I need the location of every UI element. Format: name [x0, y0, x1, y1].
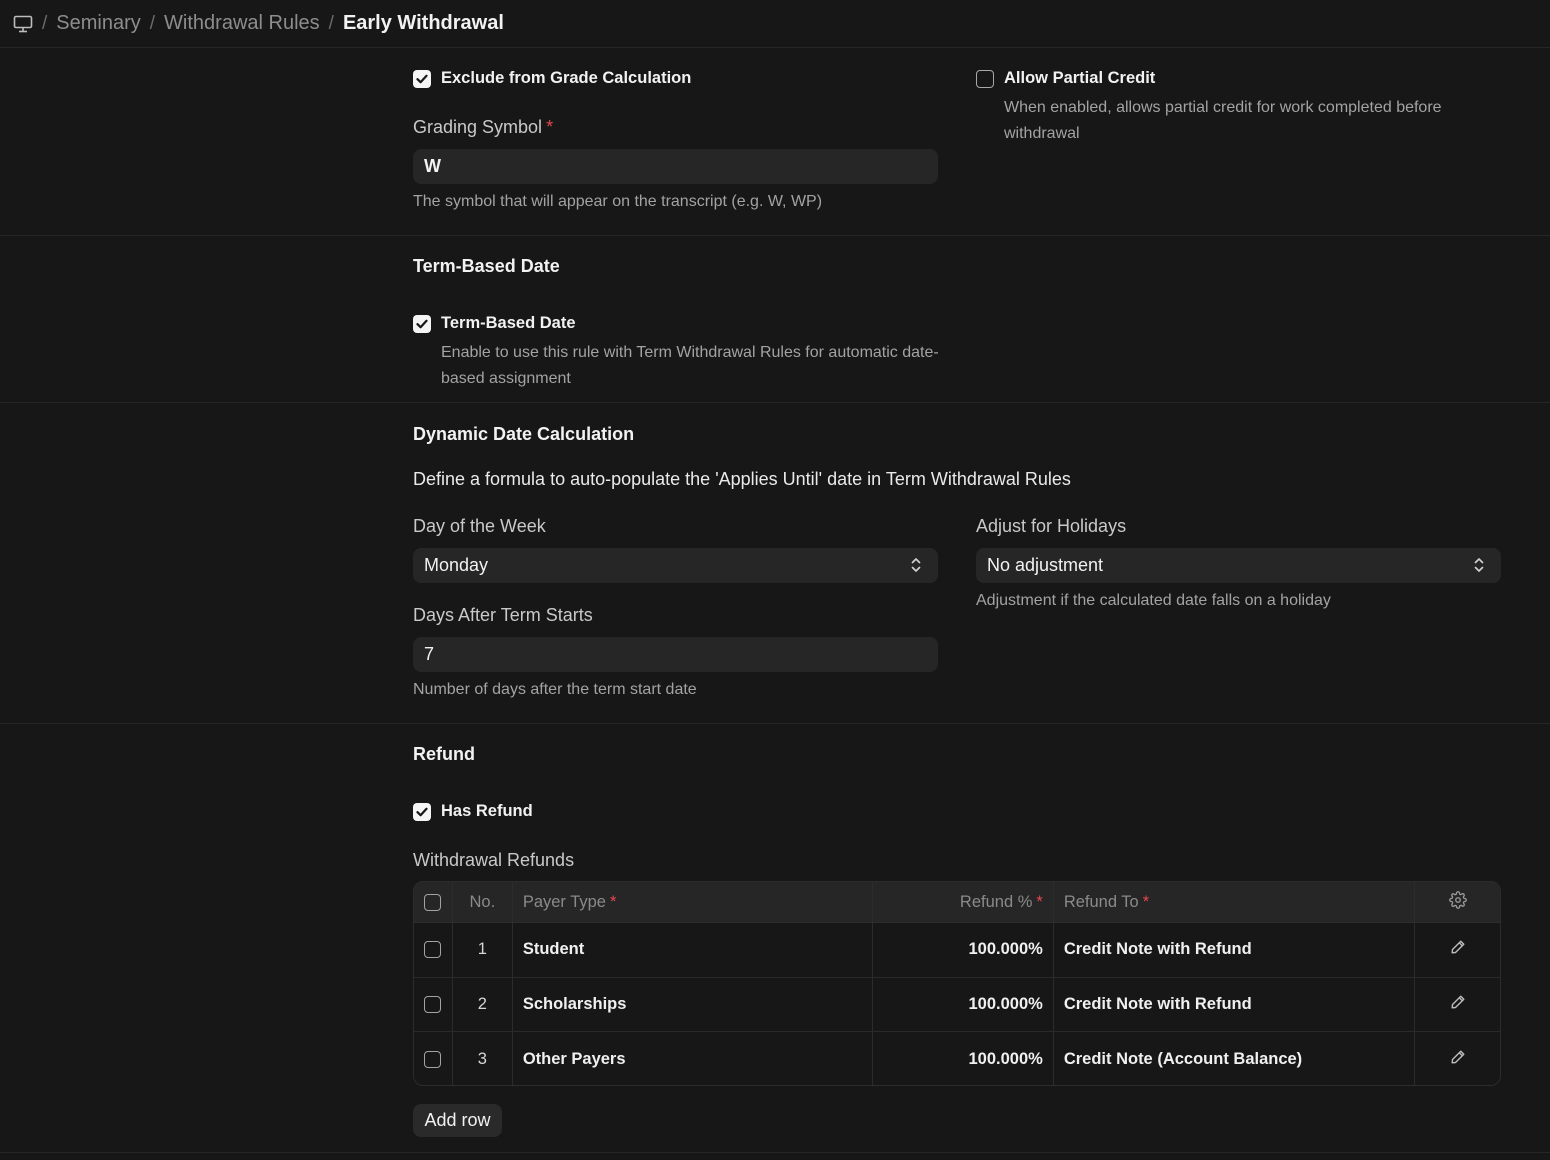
- has-refund-checkbox[interactable]: [413, 802, 431, 821]
- payer-type-cell[interactable]: Other Payers: [513, 1032, 874, 1085]
- refund-percent-cell[interactable]: 100.000%: [873, 1032, 1054, 1085]
- column-settings-button[interactable]: [1415, 882, 1500, 922]
- section-divider: [0, 235, 1550, 236]
- adjust-holidays-value: No adjustment: [987, 555, 1104, 575]
- section-divider: [0, 402, 1550, 403]
- header-no: No.: [453, 882, 513, 922]
- allow-partial-credit-label: Allow Partial Credit: [1004, 69, 1156, 87]
- payer-type-cell[interactable]: Student: [513, 923, 874, 977]
- gear-icon[interactable]: [1448, 890, 1467, 914]
- dynamic-date-section-title: Dynamic Date Calculation: [413, 424, 635, 444]
- breadcrumb-separator: /: [328, 12, 334, 34]
- header-refund-to[interactable]: Refund To *: [1054, 882, 1416, 922]
- refund-percent-cell[interactable]: 100.000%: [873, 977, 1054, 1031]
- dynamic-date-intro: Define a formula to auto-populate the 'A…: [413, 469, 1071, 489]
- row-checkbox[interactable]: [424, 995, 442, 1013]
- required-marker: *: [609, 892, 617, 911]
- refund-percent-cell[interactable]: 100.000%: [873, 923, 1054, 977]
- refund-to-cell[interactable]: Credit Note with Refund: [1054, 923, 1416, 977]
- breadcrumb: / Seminary / Withdrawal Rules / Early Wi…: [0, 0, 1550, 48]
- breadcrumb-seminary[interactable]: Seminary: [56, 12, 140, 35]
- breadcrumb-separator: /: [149, 12, 156, 34]
- pencil-icon[interactable]: [1450, 939, 1466, 960]
- refund-to-cell[interactable]: Credit Note (Account Balance): [1054, 1032, 1416, 1085]
- day-of-week-select[interactable]: Monday: [413, 548, 938, 583]
- row-select-cell: [414, 977, 453, 1031]
- row-checkbox[interactable]: [424, 1050, 442, 1068]
- desktop-icon[interactable]: [13, 14, 33, 34]
- table-row[interactable]: 2 Scholarships 100.000% Credit Note with…: [414, 977, 1500, 1032]
- header-refund-percent[interactable]: Refund % *: [873, 882, 1054, 922]
- term-based-checkbox-row[interactable]: Term-Based Date: [413, 314, 576, 333]
- header-payer-type[interactable]: Payer Type *: [513, 882, 874, 922]
- required-marker: *: [1142, 892, 1150, 911]
- term-based-label: Term-Based Date: [441, 314, 576, 332]
- row-number: 1: [453, 923, 513, 977]
- has-refund-checkbox-row[interactable]: Has Refund: [413, 802, 533, 821]
- refund-section-title: Refund: [413, 744, 475, 764]
- add-row-button[interactable]: Add row: [413, 1104, 502, 1137]
- pencil-icon[interactable]: [1450, 994, 1466, 1015]
- row-checkbox[interactable]: [424, 941, 442, 959]
- allow-partial-credit-description: When enabled, allows partial credit for …: [1004, 99, 1442, 142]
- breadcrumb-withdrawal-rules[interactable]: Withdrawal Rules: [164, 12, 320, 35]
- days-after-term-input[interactable]: 7: [413, 637, 938, 672]
- payer-type-cell[interactable]: Scholarships: [513, 977, 874, 1031]
- allow-partial-credit-row[interactable]: Allow Partial Credit: [976, 69, 1155, 88]
- table-row[interactable]: 3 Other Payers 100.000% Credit Note (Acc…: [414, 1032, 1500, 1085]
- grading-symbol-description: The symbol that will appear on the trans…: [413, 193, 823, 210]
- has-refund-label: Has Refund: [441, 802, 533, 820]
- page-title: Early Withdrawal: [342, 12, 504, 34]
- table-header: No. Payer Type * Refund % * Refund To *: [414, 882, 1500, 923]
- term-based-section-title: Term-Based Date: [413, 256, 560, 276]
- edit-row-button[interactable]: [1415, 978, 1500, 1032]
- row-number: 3: [453, 1032, 513, 1085]
- adjust-holidays-description: Adjustment if the calculated date falls …: [976, 592, 1331, 609]
- edit-row-button[interactable]: [1415, 923, 1500, 977]
- term-based-checkbox[interactable]: [413, 314, 431, 333]
- required-marker: *: [1036, 892, 1043, 911]
- exclude-from-grade-checkbox[interactable]: [413, 69, 431, 88]
- day-of-week-value: Monday: [424, 555, 489, 575]
- header-select-cell: [414, 882, 453, 922]
- select-arrows-icon: [910, 556, 922, 579]
- term-based-description: Enable to use this rule with Term Withdr…: [441, 344, 939, 387]
- exclude-from-grade-checkbox-row[interactable]: Exclude from Grade Calculation: [413, 69, 691, 88]
- withdrawal-refunds-label: Withdrawal Refunds: [413, 850, 575, 870]
- row-select-cell: [414, 923, 453, 977]
- refund-to-cell[interactable]: Credit Note with Refund: [1054, 977, 1416, 1031]
- section-divider: [0, 1152, 1550, 1153]
- select-arrows-icon: [1473, 556, 1485, 579]
- section-divider: [0, 723, 1550, 724]
- adjust-holidays-label: Adjust for Holidays: [976, 516, 1127, 536]
- required-marker: *: [546, 117, 554, 137]
- pencil-icon[interactable]: [1450, 1049, 1466, 1070]
- breadcrumb-separator: /: [42, 12, 48, 34]
- row-select-cell: [414, 1032, 453, 1085]
- grading-symbol-label: Grading Symbol *: [413, 117, 554, 137]
- exclude-from-grade-label: Exclude from Grade Calculation: [441, 69, 692, 87]
- days-after-term-label: Days After Term Starts: [413, 605, 593, 625]
- select-all-checkbox[interactable]: [424, 893, 442, 911]
- days-after-term-description: Number of days after the term start date: [413, 681, 697, 698]
- day-of-week-label: Day of the Week: [413, 516, 546, 536]
- adjust-holidays-select[interactable]: No adjustment: [976, 548, 1501, 583]
- edit-row-button[interactable]: [1415, 1032, 1500, 1085]
- grading-symbol-input[interactable]: W: [413, 149, 938, 184]
- table-row[interactable]: 1 Student 100.000% Credit Note with Refu…: [414, 923, 1500, 978]
- row-number: 2: [453, 977, 513, 1031]
- allow-partial-credit-checkbox[interactable]: [976, 69, 994, 88]
- withdrawal-refunds-table: No. Payer Type * Refund % * Refund To * 1 S…: [413, 881, 1501, 1086]
